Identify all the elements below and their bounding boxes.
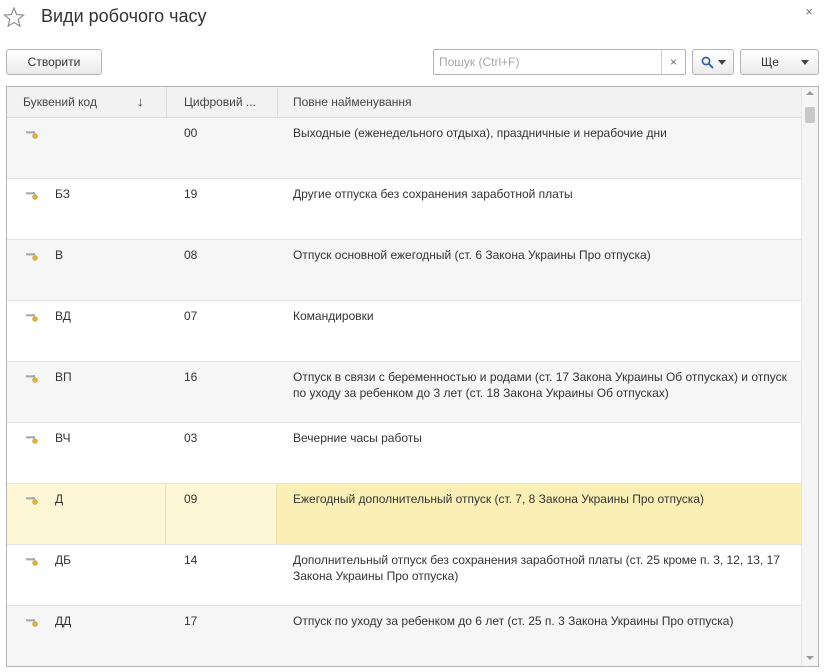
- catalog-item-icon: [26, 436, 38, 444]
- scrollbar-thumb[interactable]: [805, 107, 815, 123]
- scroll-down-icon[interactable]: [806, 656, 814, 660]
- cell-digital-code: 19: [184, 187, 198, 201]
- cell-full-name: Ежегодный дополнительный отпуск (ст. 7, …: [293, 492, 704, 506]
- letter-code-text: БЗ: [55, 187, 70, 201]
- cell-letter-code: ВЧ: [7, 423, 166, 483]
- catalog-item-icon: [26, 131, 38, 139]
- cell-full-name: Отпуск основной ежегодный (ст. 6 Закона …: [293, 248, 651, 262]
- cell-digital-code: 16: [184, 370, 198, 384]
- table-row[interactable]: ВП 16 Отпуск в связи с беременностью и род…: [7, 362, 802, 423]
- letter-code-text: В: [55, 248, 64, 262]
- cell-digital-code: 09: [166, 484, 277, 544]
- letter-code-text: ДБ: [55, 553, 72, 567]
- close-icon[interactable]: ×: [801, 4, 817, 20]
- chevron-down-icon: [801, 60, 809, 65]
- create-button[interactable]: Створити: [6, 49, 102, 75]
- vertical-scrollbar[interactable]: [801, 87, 818, 666]
- cell-letter-code: ВП: [7, 362, 166, 422]
- letter-code-text: Д: [55, 492, 64, 506]
- cell-full-name: Отпуск по уходу за ребенком до 6 лет (ст…: [293, 614, 734, 628]
- more-button[interactable]: Ще: [740, 49, 819, 75]
- column-header-digital-code[interactable]: Цифровий ...: [184, 87, 274, 117]
- letter-code-text: ДД: [55, 614, 72, 628]
- letter-code-text: ВД: [55, 309, 71, 323]
- search-input[interactable]: [434, 50, 662, 74]
- cell-full-name: Вечерние часы работы: [293, 431, 422, 445]
- letter-code-text: ВЧ: [55, 431, 71, 445]
- cell-digital-code: 08: [184, 248, 198, 262]
- magnifier-icon: [701, 56, 713, 68]
- star-icon[interactable]: [2, 6, 26, 30]
- cell-letter-code: БЗ: [7, 179, 166, 239]
- column-divider[interactable]: [166, 87, 167, 117]
- cell-letter-code: В: [7, 240, 166, 300]
- column-divider[interactable]: [277, 87, 278, 117]
- search-options-button[interactable]: [692, 49, 734, 75]
- work-time-types-table: Буквений код ↓ Цифровий ... Повне наймен…: [6, 86, 819, 667]
- sort-down-icon: ↓: [137, 94, 144, 109]
- catalog-item-icon: [26, 619, 38, 627]
- cell-full-name: Отпуск в связи с беременностью и родами …: [293, 370, 787, 400]
- catalog-item-icon: [26, 497, 38, 505]
- table-row[interactable]: Д 09 Ежегодный дополнительный отпуск (ст. …: [7, 484, 802, 545]
- table-row[interactable]: 00 Выходные (еженедельного отдыха), празд…: [7, 118, 802, 179]
- cell-full-name: Другие отпуска без сохранения заработной…: [293, 187, 573, 201]
- table-header: Буквений код ↓ Цифровий ... Повне наймен…: [7, 87, 802, 118]
- cell-letter-code: ДБ: [7, 545, 166, 605]
- catalog-item-icon: [26, 314, 38, 322]
- cell-digital-code: 14: [184, 553, 198, 567]
- title-bar: Види робочого часу ×: [0, 0, 827, 40]
- more-button-label: Ще: [761, 55, 779, 69]
- catalog-item-icon: [26, 192, 38, 200]
- column-header-full-name[interactable]: Повне найменування: [293, 87, 793, 117]
- catalog-item-icon: [26, 253, 38, 261]
- table-row[interactable]: ВЧ 03 Вечерние часы работы: [7, 423, 802, 484]
- table-row[interactable]: В 08 Отпуск основной ежегодный (ст. 6 Зако…: [7, 240, 802, 301]
- search-box: ×: [433, 49, 686, 75]
- chevron-down-icon: [717, 59, 726, 65]
- cell-digital-code: 17: [184, 614, 198, 628]
- catalog-item-icon: [26, 558, 38, 566]
- window-title: Види робочого часу: [41, 6, 207, 26]
- catalog-item-icon: [26, 375, 38, 383]
- table-body: 00 Выходные (еженедельного отдыха), празд…: [7, 118, 802, 666]
- cell-letter-code: [7, 118, 166, 178]
- cell-letter-code: Д: [7, 484, 166, 544]
- search-clear-icon[interactable]: ×: [661, 50, 685, 74]
- table-row[interactable]: БЗ 19 Другие отпуска без сохранения зарабо…: [7, 179, 802, 240]
- letter-code-text: ВП: [55, 370, 72, 384]
- scroll-up-icon[interactable]: [806, 91, 814, 95]
- cell-full-name: Выходные (еженедельного отдыха), праздни…: [293, 126, 667, 140]
- cell-full-name: Дополнительный отпуск без сохранения зар…: [293, 553, 780, 583]
- table-row[interactable]: ДБ 14 Дополнительный отпуск без сохранения…: [7, 545, 802, 606]
- cell-letter-code: ДД: [7, 606, 166, 666]
- cell-letter-code: ВД: [7, 301, 166, 361]
- cell-digital-code: 03: [184, 431, 198, 445]
- table-row[interactable]: ДД 17 Отпуск по уходу за ребенком до 6 лет…: [7, 606, 802, 666]
- cell-digital-code: 07: [184, 309, 198, 323]
- cell-digital-code: 00: [184, 126, 198, 140]
- table-row[interactable]: ВД 07 Командировки: [7, 301, 802, 362]
- cell-full-name: Командировки: [293, 309, 374, 323]
